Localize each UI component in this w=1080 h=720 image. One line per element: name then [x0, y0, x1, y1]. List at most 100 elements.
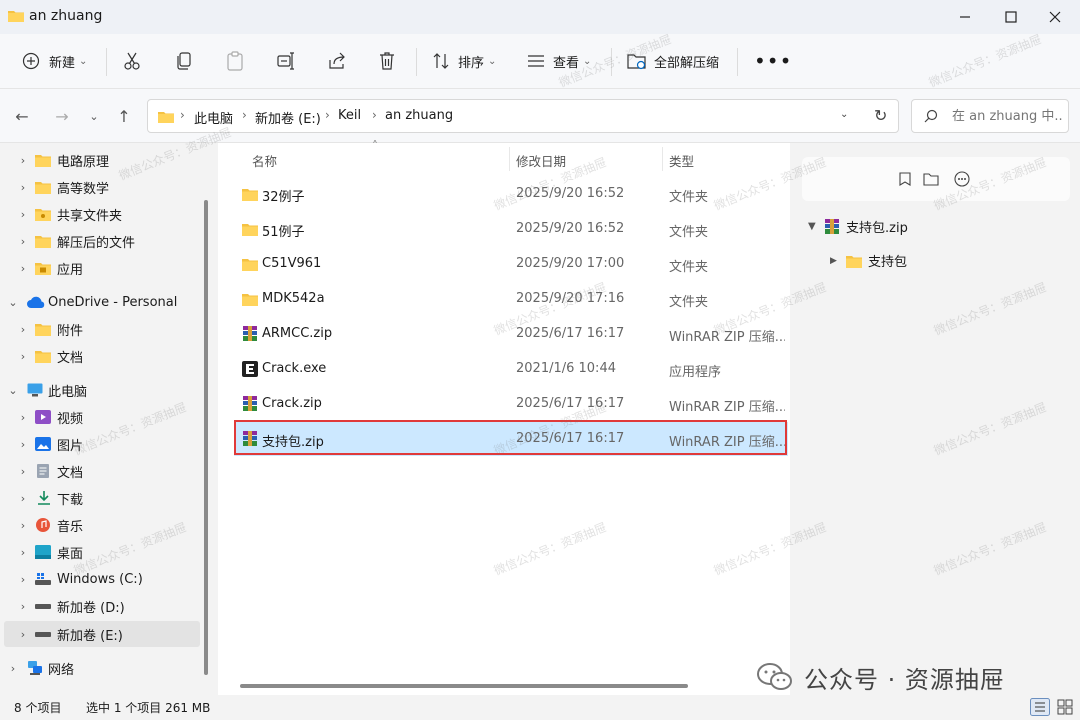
extract-all-button[interactable]: 全部解压缩: [627, 48, 719, 74]
back-button[interactable]: ←: [10, 105, 34, 127]
nav-item-extracted[interactable]: › 解压后的文件: [4, 228, 200, 254]
nav-item-math[interactable]: › 高等数学: [4, 174, 200, 200]
file-row[interactable]: C51V961 2025/9/20 17:00 文件夹: [234, 247, 788, 281]
chevron-right-icon[interactable]: ›: [16, 235, 30, 248]
copy-button[interactable]: [175, 48, 193, 74]
rename-button[interactable]: [276, 48, 296, 74]
chevron-right-icon[interactable]: ›: [16, 154, 30, 167]
search-box[interactable]: [911, 99, 1069, 133]
file-row[interactable]: 51例子 2025/9/20 16:52 文件夹: [234, 212, 788, 246]
preview-folder-item[interactable]: ▶ 支持包: [830, 251, 907, 270]
breadcrumb-item[interactable]: an zhuang: [385, 108, 453, 123]
preview-archive-item[interactable]: ▼ 支持包.zip: [808, 217, 908, 236]
bookmark-icon[interactable]: [898, 172, 912, 186]
recent-locations-button[interactable]: ⌄: [82, 105, 106, 127]
nav-item-videos[interactable]: › 视频: [4, 404, 200, 430]
nav-item-drive-c[interactable]: › Windows (C:): [4, 566, 200, 592]
nav-item-drive-d[interactable]: › 新加卷 (D:): [4, 593, 200, 619]
nav-item-pictures[interactable]: › 图片: [4, 431, 200, 457]
more-button[interactable]: •••: [754, 48, 792, 74]
nav-item-drive-e[interactable]: › 新加卷 (E:): [4, 621, 200, 647]
computer-icon: [27, 383, 43, 397]
column-header-type[interactable]: 类型: [669, 151, 694, 170]
column-divider[interactable]: [509, 147, 510, 171]
chevron-down-icon: ⌄: [79, 55, 88, 67]
chevron-down-icon[interactable]: ▼: [808, 221, 824, 232]
nav-item-music[interactable]: › 音乐: [4, 512, 200, 538]
nav-item-apps[interactable]: › 应用: [4, 255, 200, 281]
breadcrumb-item[interactable]: 新加卷 (E:): [255, 108, 321, 127]
nav-item-shared[interactable]: › 共享文件夹: [4, 201, 200, 227]
file-row[interactable]: Crack.exe 2021/1/6 10:44 应用程序: [234, 352, 788, 386]
chevron-right-icon[interactable]: ›: [16, 438, 30, 451]
nav-item-downloads[interactable]: › 下载: [4, 485, 200, 511]
chevron-right-icon[interactable]: ›: [6, 662, 20, 675]
file-row[interactable]: Crack.zip 2025/6/17 16:17 WinRAR ZIP 压缩.…: [234, 387, 788, 421]
close-button[interactable]: [1032, 0, 1078, 34]
share-button[interactable]: [327, 48, 347, 74]
chevron-right-icon[interactable]: ›: [16, 181, 30, 194]
search-input[interactable]: [952, 106, 1064, 126]
breadcrumb-item[interactable]: 此电脑: [194, 108, 233, 127]
chevron-right-icon[interactable]: ›: [16, 573, 30, 586]
chevron-right-icon[interactable]: ›: [16, 600, 30, 613]
more-circle-icon[interactable]: [954, 171, 970, 187]
chevron-right-icon[interactable]: ›: [16, 262, 30, 275]
delete-button[interactable]: [378, 48, 396, 74]
chevron-down-icon[interactable]: ⌄: [6, 384, 20, 397]
file-row[interactable]: MDK542a 2025/9/20 17:16 文件夹: [234, 282, 788, 316]
chevron-right-icon[interactable]: ›: [16, 519, 30, 532]
nav-item-onedrive-documents[interactable]: › 文档: [4, 343, 200, 369]
new-button[interactable]: 新建 ⌄: [22, 48, 87, 74]
download-icon: [38, 491, 50, 505]
chevron-right-icon[interactable]: ›: [16, 546, 30, 559]
address-bar[interactable]: › 此电脑 › 新加卷 (E:) › Keil › an zhuang ⌄ ↻: [147, 99, 899, 133]
nav-item-circuit[interactable]: › 电路原理: [4, 147, 200, 173]
chevron-right-icon[interactable]: ›: [16, 323, 30, 336]
nav-item-desktop[interactable]: › 桌面: [4, 539, 200, 565]
view-button[interactable]: 查看 ⌄: [527, 48, 591, 74]
arrow-up-icon: ↑: [117, 106, 131, 126]
forward-button[interactable]: →: [50, 105, 74, 127]
up-button[interactable]: ↑: [112, 105, 136, 127]
chevron-right-icon[interactable]: ›: [16, 208, 30, 221]
breadcrumb-item[interactable]: Keil: [338, 108, 361, 123]
nav-item-this-pc[interactable]: ⌄ 此电脑: [4, 377, 200, 403]
sort-button[interactable]: 排序 ⌄: [432, 48, 496, 74]
file-type: 文件夹: [669, 260, 709, 275]
chevron-right-icon[interactable]: ▶: [830, 256, 846, 266]
column-divider[interactable]: [662, 147, 663, 171]
nav-item-documents[interactable]: › 文档: [4, 458, 200, 484]
nav-item-network[interactable]: › 网络: [4, 655, 200, 681]
file-date: 2021/1/6 10:44: [516, 361, 616, 376]
nav-pane-scrollbar[interactable]: [204, 200, 208, 675]
brand-text: 公众号 · 资源抽屉: [804, 665, 1005, 694]
column-header-name[interactable]: 名称: [252, 151, 277, 170]
folder-icon: [35, 324, 51, 336]
nav-item-attachments[interactable]: › 附件: [4, 316, 200, 342]
chevron-right-icon[interactable]: ›: [16, 411, 30, 424]
cut-button[interactable]: [123, 48, 141, 74]
folder-open-icon[interactable]: [923, 172, 939, 186]
arrow-right-icon: →: [55, 106, 69, 126]
file-list-scrollbar[interactable]: [240, 684, 688, 688]
details-view-icon[interactable]: [1030, 698, 1050, 716]
file-row[interactable]: ARMCC.zip 2025/6/17 16:17 WinRAR ZIP 压缩.…: [234, 317, 788, 351]
chevron-right-icon[interactable]: ›: [16, 350, 30, 363]
paste-button[interactable]: [226, 48, 244, 74]
chevron-right-icon[interactable]: ›: [16, 492, 30, 505]
nav-item-onedrive[interactable]: ⌄ OneDrive - Personal: [4, 289, 200, 315]
tiles-view-icon[interactable]: [1056, 698, 1074, 716]
maximize-button[interactable]: [988, 0, 1034, 34]
address-dropdown-icon[interactable]: ⌄: [840, 109, 848, 120]
chevron-right-icon[interactable]: ›: [16, 628, 30, 641]
winrar-icon: [243, 396, 257, 411]
chevron-down-icon[interactable]: ⌄: [6, 296, 20, 309]
refresh-icon[interactable]: ↻: [874, 106, 887, 125]
picture-icon: [35, 437, 51, 451]
minimize-button[interactable]: [942, 0, 988, 34]
file-type: 文件夹: [669, 295, 709, 310]
file-row[interactable]: 32例子 2025/9/20 16:52 文件夹: [234, 177, 788, 211]
column-header-date[interactable]: 修改日期: [516, 151, 566, 170]
chevron-right-icon[interactable]: ›: [16, 465, 30, 478]
